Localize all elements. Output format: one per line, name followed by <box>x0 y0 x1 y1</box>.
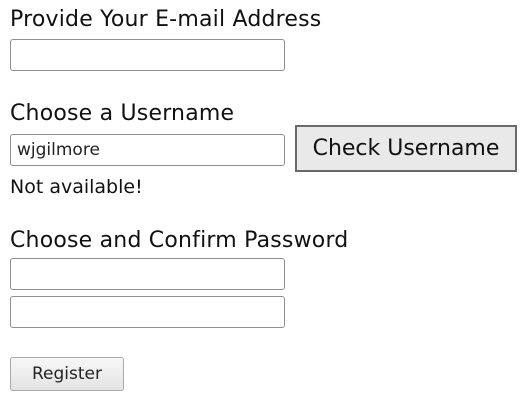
email-label: Provide Your E-mail Address <box>10 7 322 32</box>
username-availability-status: Not available! <box>10 176 143 198</box>
password-label: Choose and Confirm Password <box>10 228 349 253</box>
username-label: Choose a Username <box>10 101 235 126</box>
check-username-button[interactable]: Check Username <box>295 125 517 172</box>
email-field[interactable] <box>10 39 285 71</box>
confirm-password-field[interactable] <box>10 296 285 328</box>
register-button[interactable]: Register <box>10 357 124 391</box>
username-field[interactable] <box>10 134 285 166</box>
password-field[interactable] <box>10 258 285 290</box>
